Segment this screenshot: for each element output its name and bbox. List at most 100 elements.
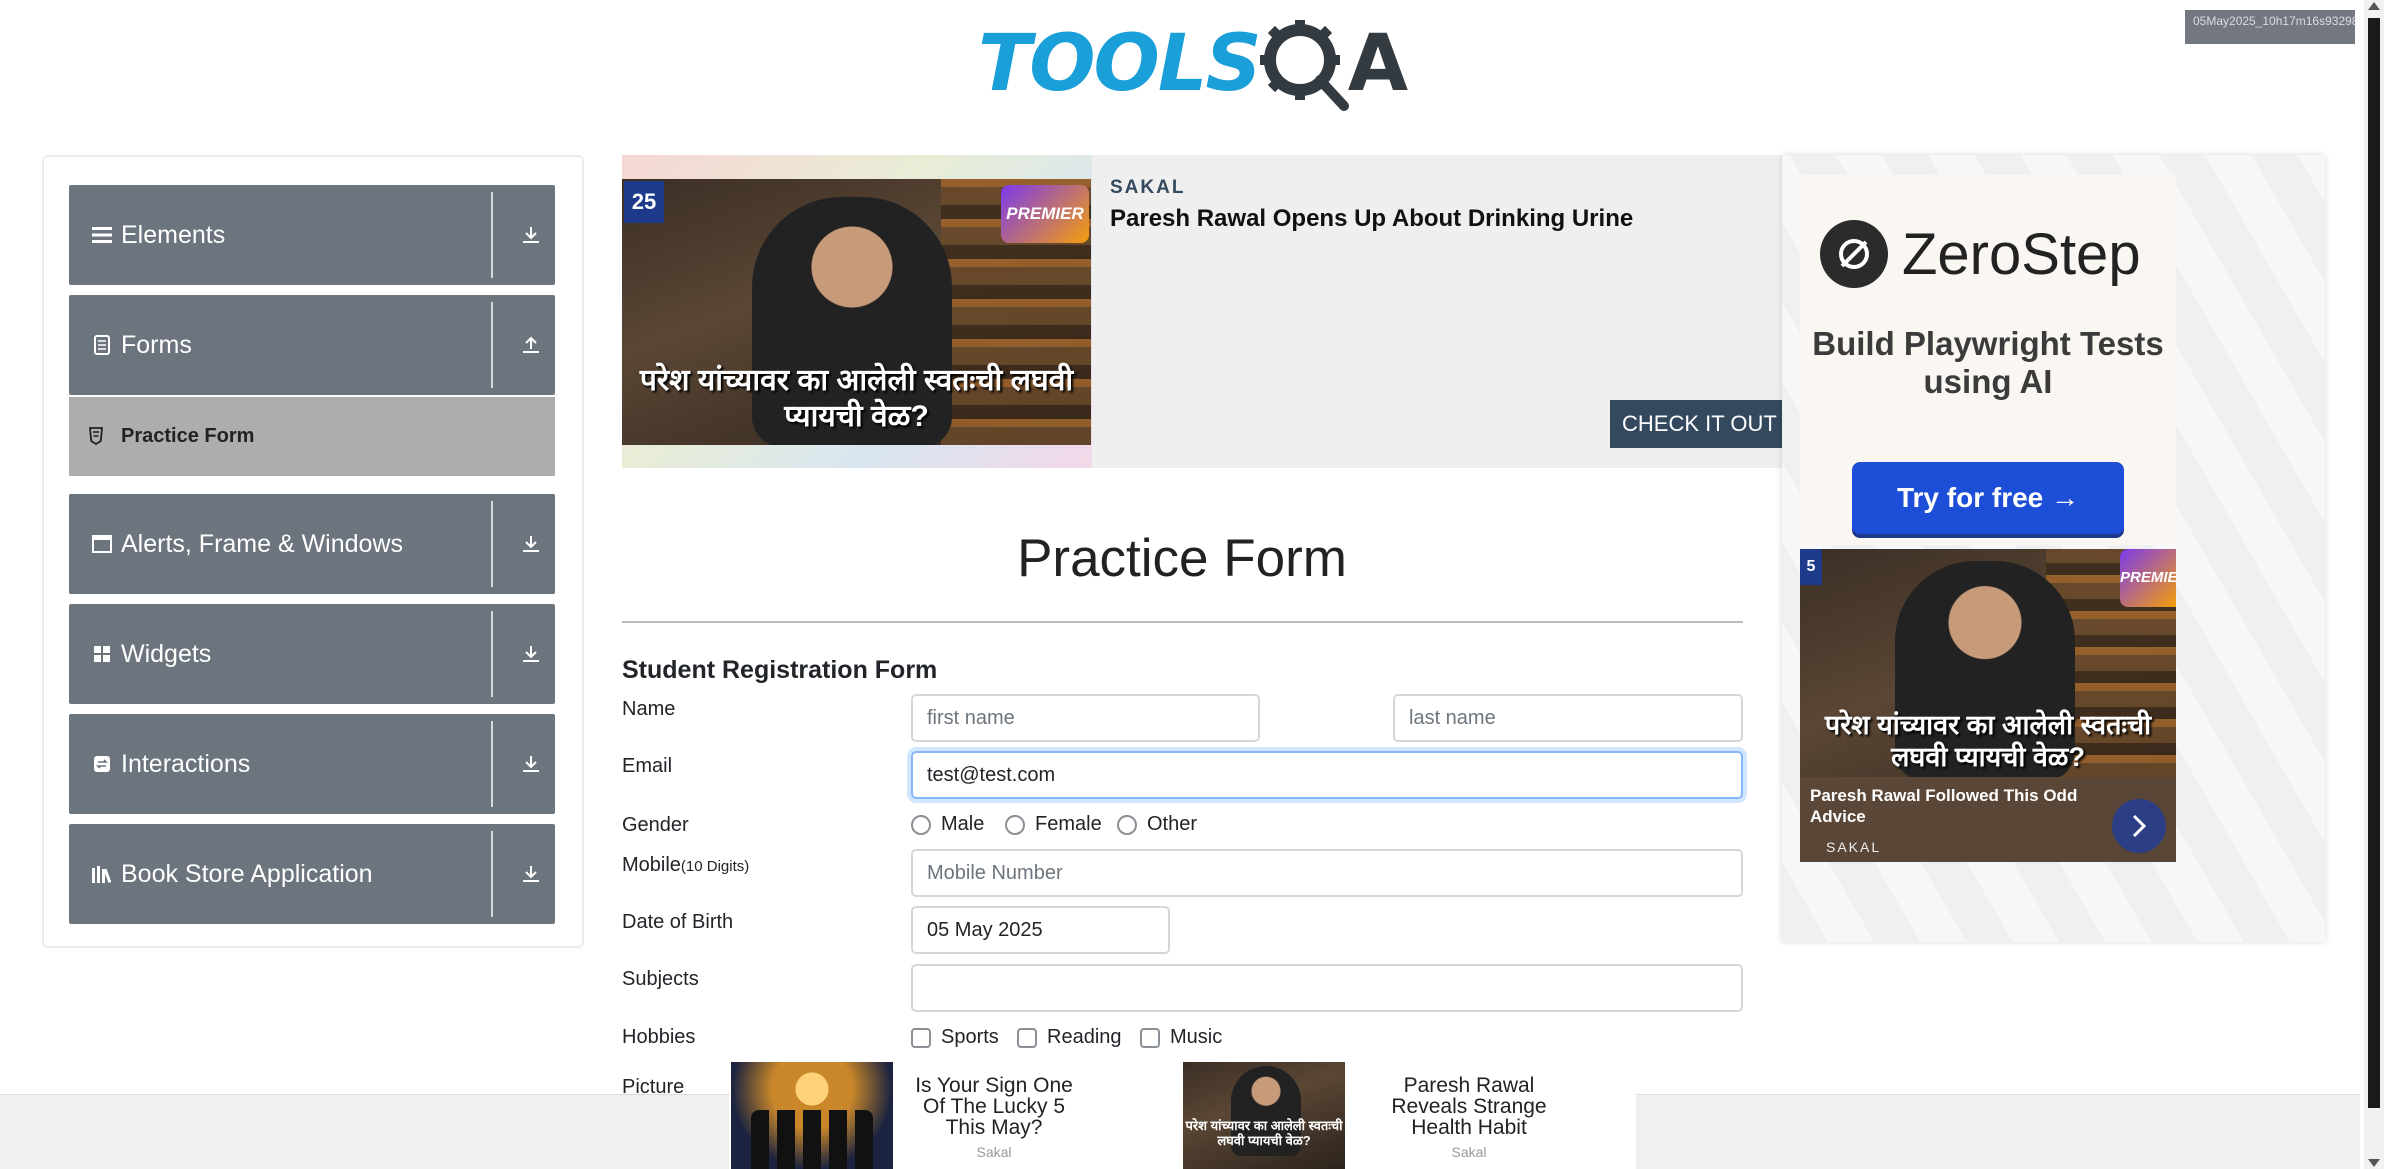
mobile-label: Mobile(10 Digits)	[622, 854, 749, 877]
ad-card-title[interactable]: Is Your Sign One Of The Lucky 5 This May…	[909, 1075, 1079, 1138]
bottom-sticky-ad[interactable]: Is Your Sign One Of The Lucky 5 This May…	[0, 1062, 2360, 1169]
ad-image-caption: परेश यांच्यावर का आलेली स्वतःची लघवी प्य…	[1185, 1118, 1343, 1148]
download-icon[interactable]	[519, 642, 543, 666]
checkbox-label[interactable]: Sports	[941, 1026, 999, 1049]
name-label: Name	[622, 698, 676, 720]
right-ad[interactable]: ZeroStep Build Playwright Tests using AI…	[1782, 155, 2325, 942]
timestamp-overlay: 05May2025_10h17m16s932982	[2185, 10, 2355, 44]
download-icon[interactable]	[519, 223, 543, 247]
logo-text-a: A	[1347, 19, 1409, 109]
checkbox-label[interactable]: Reading	[1047, 1026, 1122, 1049]
upload-icon[interactable]	[519, 333, 543, 357]
sidebar: Elements Forms Practice Form Alerts, Fra…	[42, 155, 584, 948]
hobby-checkbox-sports[interactable]: Sports	[911, 1026, 999, 1049]
gender-radio-male[interactable]: Male	[911, 813, 984, 836]
zerostep-ad[interactable]: ZeroStep Build Playwright Tests using AI…	[1800, 175, 2176, 545]
divider	[491, 501, 493, 587]
gender-label: Gender	[622, 814, 689, 836]
scroll-down-arrow-icon[interactable]	[2368, 1159, 2380, 1167]
header: TOOLS A 05May2025_10h17m16s932982	[0, 0, 2360, 140]
mobile-label-text: Mobile	[622, 854, 681, 876]
list-icon	[91, 224, 113, 246]
download-icon[interactable]	[519, 862, 543, 886]
check-it-out-button[interactable]: CHECK IT OUT	[1610, 400, 1782, 448]
last-name-input[interactable]: last name	[1393, 694, 1743, 742]
scrollbar-thumb[interactable]	[2368, 18, 2380, 1108]
ad-info-bar: Paresh Rawal Followed This Odd Advice SA…	[1800, 777, 2176, 862]
radio-circle[interactable]	[911, 814, 931, 835]
gender-radio-other[interactable]: Other	[1117, 813, 1197, 836]
ad-image-caption: परेश यांच्यावर का आलेली स्वतःची लघवी प्य…	[639, 364, 1074, 433]
radio-circle[interactable]	[1005, 814, 1025, 835]
gender-radio-female[interactable]: Female	[1005, 813, 1102, 836]
ad-image-caption: परेश यांच्यावर का आलेली स्वतःची लघवी प्य…	[1824, 710, 2152, 772]
download-icon[interactable]	[519, 752, 543, 776]
zerostep-tagline: Build Playwright Tests using AI	[1812, 325, 2164, 400]
radio-label[interactable]: Other	[1147, 813, 1197, 836]
divider	[491, 721, 493, 807]
sidebar-group-label: Book Store Application	[121, 859, 373, 888]
subjects-input[interactable]	[911, 964, 1743, 1012]
radio-circle[interactable]	[1117, 814, 1137, 835]
download-icon[interactable]	[519, 532, 543, 556]
window-icon	[91, 533, 113, 555]
magnifier-gear-icon	[1259, 20, 1349, 111]
sidebar-group-label: Alerts, Frame & Windows	[121, 529, 404, 558]
bottom-ad-content: Is Your Sign One Of The Lucky 5 This May…	[729, 1062, 1636, 1169]
divider	[491, 192, 493, 278]
date-of-birth-input[interactable]: 05 May 2025	[911, 906, 1170, 954]
email-label: Email	[622, 755, 673, 777]
sidebar-group-label: Widgets	[121, 639, 212, 668]
ad-source: SAKAL	[1110, 177, 1186, 198]
html-badge-icon	[89, 426, 105, 447]
checkbox[interactable]	[911, 1027, 931, 1048]
banner-ad[interactable]: 25 PREMIER परेश यांच्यावर का आलेली स्वतः…	[622, 155, 1782, 468]
form-subtitle: Student Registration Form	[622, 656, 938, 684]
radio-label[interactable]: Female	[1035, 813, 1102, 836]
mobile-hint: (10 Digits)	[680, 858, 750, 875]
chevron-right-icon[interactable]	[2112, 799, 2166, 853]
ad-title[interactable]: Paresh Rawal Opens Up About Drinking Uri…	[1110, 205, 1633, 233]
premier-badge: PREMIER	[1001, 185, 1089, 243]
scroll-up-arrow-icon[interactable]	[2368, 2, 2380, 10]
page-title: Practice Form	[1017, 529, 1347, 588]
ad-thumbnail[interactable]	[731, 1062, 893, 1169]
secondary-ad[interactable]: 5 PREMIE परेश यांच्यावर का आलेली स्वतःची…	[1800, 549, 2176, 862]
zerostep-logo: ZeroStep	[1820, 220, 2141, 288]
sidebar-group-forms[interactable]: Forms	[69, 295, 555, 395]
sidebar-group-label: Interactions	[121, 749, 251, 778]
bottom-ad-card[interactable]: Is Your Sign One Of The Lucky 5 This May…	[729, 1062, 1182, 1169]
ad-card-title[interactable]: Paresh Rawal Reveals Strange Health Habi…	[1369, 1075, 1569, 1138]
first-name-input[interactable]: first name	[911, 694, 1260, 742]
checkbox[interactable]	[1140, 1027, 1160, 1048]
sidebar-group-book-store-application[interactable]: Book Store Application	[69, 824, 555, 924]
sidebar-group-label: Forms	[121, 330, 192, 359]
radio-label[interactable]: Male	[941, 813, 984, 836]
hobby-checkbox-music[interactable]: Music	[1140, 1026, 1222, 1049]
sidebar-item-practice-form[interactable]: Practice Form	[69, 397, 555, 476]
checkbox[interactable]	[1017, 1027, 1037, 1048]
ad-card-source: Sakal	[976, 1144, 1012, 1160]
grid-icon	[91, 643, 113, 665]
sidebar-group-elements[interactable]: Elements	[69, 185, 555, 285]
ad-badge: 25	[624, 181, 664, 223]
try-for-free-button[interactable]: Try for free →	[1852, 462, 2124, 534]
ad-thumbnail[interactable]: परेश यांच्यावर का आलेली स्वतःची लघवी प्य…	[1183, 1062, 1345, 1169]
ad-image[interactable]: 25 PREMIER परेश यांच्यावर का आलेली स्वतः…	[622, 179, 1091, 445]
zerostep-brand: ZeroStep	[1902, 221, 2141, 287]
mobile-input[interactable]: Mobile Number	[911, 849, 1743, 897]
sidebar-group-widgets[interactable]: Widgets	[69, 604, 555, 704]
bottom-ad-card[interactable]: परेश यांच्यावर का आलेली स्वतःची लघवी प्य…	[1183, 1062, 1636, 1169]
divider	[491, 611, 493, 697]
vertical-scrollbar[interactable]	[2364, 0, 2384, 1169]
people-graphic	[751, 1110, 873, 1169]
sidebar-group-alerts-frame-windows[interactable]: Alerts, Frame & Windows	[69, 494, 555, 594]
toolsqa-logo[interactable]: TOOLS A	[978, 14, 1408, 114]
hobby-checkbox-reading[interactable]: Reading	[1017, 1026, 1122, 1049]
email-input[interactable]: test@test.com	[911, 751, 1743, 799]
checkbox-label[interactable]: Music	[1170, 1026, 1222, 1049]
ad-title[interactable]: Paresh Rawal Followed This Odd Advice	[1810, 785, 2110, 827]
date-of-birth-label: Date of Birth	[622, 911, 734, 933]
interaction-icon	[91, 753, 113, 775]
sidebar-group-interactions[interactable]: Interactions	[69, 714, 555, 814]
